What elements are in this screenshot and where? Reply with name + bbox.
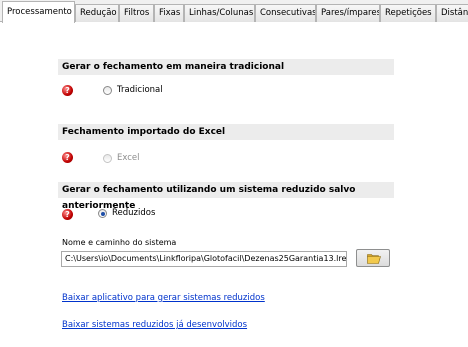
path-field-label: Nome e caminho do sistema [62, 238, 177, 247]
tab-processamento[interactable]: Processamento [2, 1, 75, 23]
radio-excel[interactable] [103, 154, 112, 163]
radio-reduzidos-label[interactable]: Reduzidos [112, 208, 155, 219]
tab-repeticoes[interactable]: Repetições [380, 4, 436, 22]
tab-distancias[interactable]: Distân [436, 4, 468, 22]
tab-strip: Processamento Redução Filtros Fixas Linh… [0, 0, 468, 23]
radio-tradicional[interactable] [103, 86, 112, 95]
section-header-traditional: Gerar o fechamento em maneira tradiciona… [58, 59, 394, 75]
radio-reduzidos[interactable] [98, 209, 107, 218]
tab-fixas[interactable]: Fixas [154, 4, 184, 22]
tab-filtros[interactable]: Filtros [119, 4, 154, 22]
tab-pares-impares[interactable]: Pares/ímpares [316, 4, 380, 22]
tab-consecutivas[interactable]: Consecutivas [255, 4, 316, 22]
path-input[interactable]: C:\Users\io\Documents\Linkfloripa\Glotof… [61, 251, 347, 267]
section-header-excel: Fechamento importado do Excel [58, 124, 394, 140]
link-download-systems[interactable]: Baixar sistemas reduzidos já desenvolvid… [62, 320, 247, 330]
error-icon: ? [62, 85, 73, 96]
radio-tradicional-label[interactable]: Tradicional [117, 85, 163, 96]
radio-excel-label[interactable]: Excel [117, 153, 140, 164]
browse-folder-button[interactable] [356, 249, 390, 267]
tab-linhas-colunas[interactable]: Linhas/Colunas [184, 4, 255, 22]
section-header-reduced: Gerar o fechamento utilizando um sistema… [58, 182, 394, 211]
error-icon: ? [62, 152, 73, 163]
tab-reducao[interactable]: Redução [75, 4, 119, 22]
folder-open-icon [367, 254, 381, 264]
error-icon: ? [62, 209, 73, 220]
link-download-app[interactable]: Baixar aplicativo para gerar sistemas re… [62, 293, 265, 303]
